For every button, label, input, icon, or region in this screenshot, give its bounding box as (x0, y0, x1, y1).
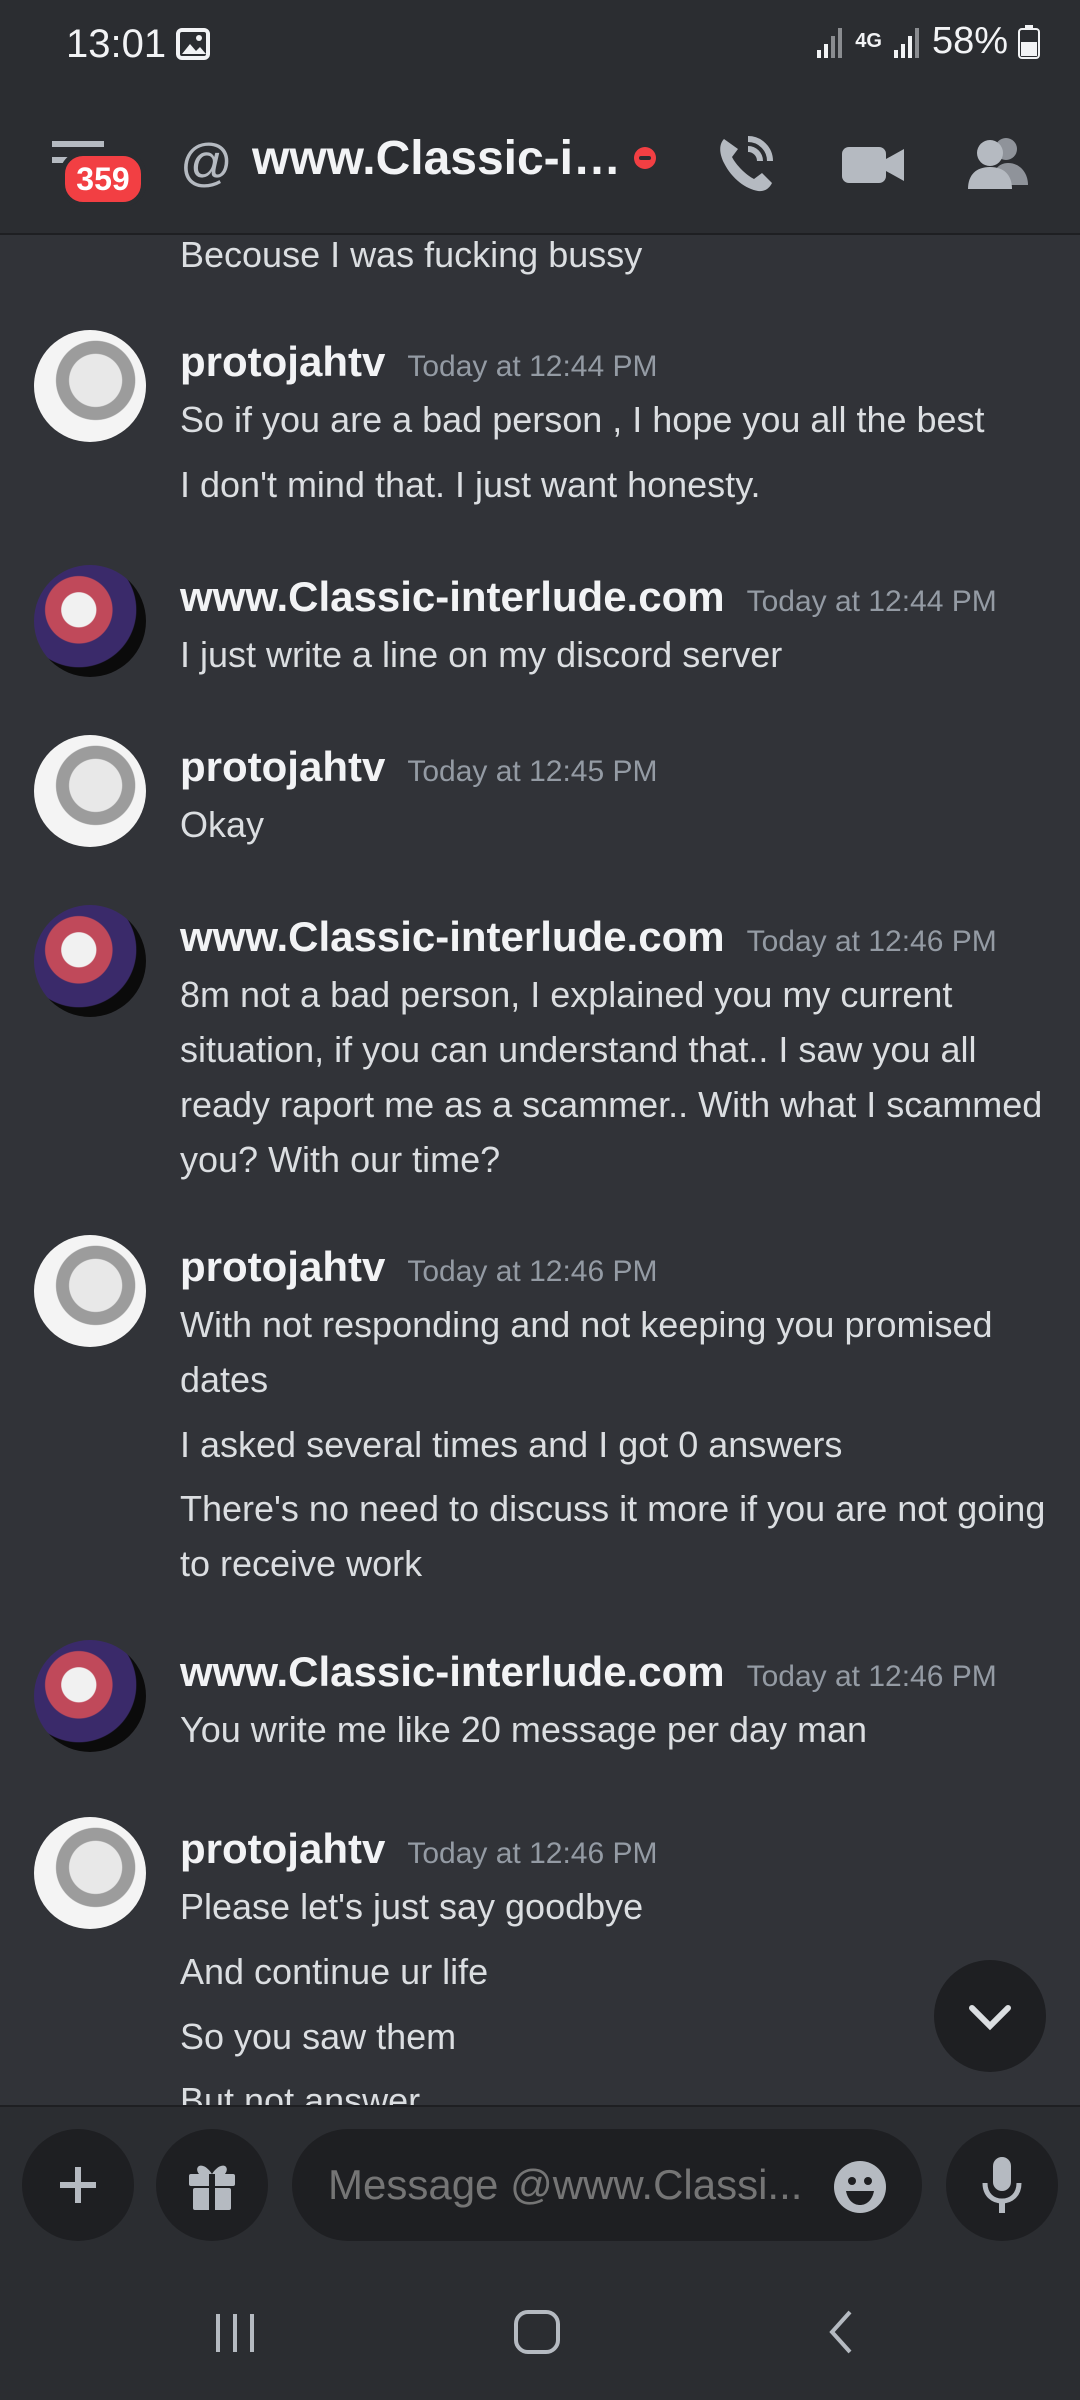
author-name[interactable]: protojahtv (180, 338, 385, 385)
emoji-icon[interactable] (832, 2159, 888, 2215)
message-text: I just write a line on my discord server (180, 634, 783, 675)
message-author[interactable]: www.Classic-interlude.com Today at 12:46 … (180, 913, 997, 961)
author-name[interactable]: protojahtv (180, 1825, 385, 1872)
chat-header: 359 @ www.Classic-int... (0, 95, 1080, 235)
gallery-icon (176, 28, 210, 60)
recents-icon[interactable] (200, 2300, 270, 2365)
author-name[interactable]: www.Classic-interlude.com (180, 913, 725, 960)
message-author[interactable]: www.Classic-interlude.com Today at 12:46 … (180, 1648, 997, 1696)
battery-percent: 58% (931, 20, 1008, 62)
add-attachment-button[interactable] (22, 2129, 134, 2241)
message-timestamp: Today at 12:45 PM (407, 755, 658, 788)
avatar[interactable] (34, 1640, 146, 1752)
message-timestamp: Today at 12:44 PM (746, 585, 997, 618)
message-input[interactable] (292, 2129, 922, 2241)
battery-icon (1018, 24, 1040, 59)
message-list[interactable]: Becouse I was fucking bussy protojahtv To… (0, 235, 1080, 2105)
gift-icon (189, 2165, 235, 2210)
avatar[interactable] (34, 1817, 146, 1929)
network-label: 4G (855, 30, 882, 52)
dnd-status-icon (634, 147, 656, 169)
avatar[interactable] (34, 330, 146, 442)
home-icon[interactable] (502, 2300, 572, 2365)
microphone-icon (982, 2157, 1022, 2213)
dm-title[interactable]: www.Classic-int... (252, 131, 632, 186)
author-name[interactable]: www.Classic-interlude.com (180, 1648, 725, 1695)
at-icon: @ (180, 134, 233, 192)
message-composer (0, 2105, 1080, 2267)
chevron-down-icon (969, 2005, 1011, 2031)
message-timestamp: Today at 12:46 PM (746, 1660, 997, 1693)
message-text: But not answer (180, 2080, 421, 2105)
message-text: You write me like 20 message per day man (180, 1709, 868, 1750)
message-text: With not responding and not keeping you … (180, 1304, 993, 1400)
author-name[interactable]: protojahtv (180, 1243, 385, 1290)
gift-button[interactable] (156, 2129, 268, 2241)
message-author[interactable]: protojahtv Today at 12:46 PM (180, 1825, 657, 1873)
jump-to-present-button[interactable] (934, 1960, 1046, 2072)
message-author[interactable]: www.Classic-interlude.com Today at 12:44 … (180, 573, 997, 621)
plus-icon (60, 2167, 96, 2203)
message-timestamp: Today at 12:46 PM (407, 1255, 658, 1288)
message-timestamp: Today at 12:46 PM (407, 1837, 658, 1870)
unread-badge[interactable]: 359 (60, 151, 146, 207)
avatar[interactable] (34, 1235, 146, 1347)
avatar[interactable] (34, 735, 146, 847)
status-bar: 13:01 4G 58% (0, 0, 1080, 95)
system-navigation-bar (0, 2265, 1080, 2400)
members-icon[interactable] (962, 129, 1032, 199)
message-timestamp: Today at 12:46 PM (746, 925, 997, 958)
message-text: Okay (180, 804, 265, 845)
status-time: 13:01 (66, 22, 167, 66)
message-timestamp: Today at 12:44 PM (407, 350, 658, 383)
message-author[interactable]: protojahtv Today at 12:46 PM (180, 1243, 657, 1291)
message-text: So you saw them (180, 2016, 457, 2057)
message-text: I don't mind that. I just want honesty. (180, 464, 761, 505)
message-text: 8m not a bad person, I explained you my … (180, 974, 1043, 1180)
message-text: There's no need to discuss it more if yo… (180, 1488, 1046, 1584)
voice-message-button[interactable] (946, 2129, 1058, 2241)
signal-icon (817, 27, 843, 58)
message-text: And continue ur life (180, 1951, 489, 1992)
message-text: So if you are a bad person , I hope you … (180, 399, 985, 440)
message-author[interactable]: protojahtv Today at 12:45 PM (180, 743, 657, 791)
message-text: I asked several times and I got 0 answer… (180, 1424, 843, 1465)
signal-icon (893, 27, 919, 58)
message-text: Please let's just say goodbye (180, 1886, 644, 1927)
message-author[interactable]: protojahtv Today at 12:44 PM (180, 338, 657, 386)
avatar[interactable] (34, 905, 146, 1017)
author-name[interactable]: www.Classic-interlude.com (180, 573, 725, 620)
video-camera-icon[interactable] (838, 129, 908, 199)
back-icon[interactable] (808, 2300, 878, 2365)
author-name[interactable]: protojahtv (180, 743, 385, 790)
message-text: Becouse I was fucking bussy (180, 235, 643, 275)
phone-call-icon[interactable] (710, 129, 780, 199)
avatar[interactable] (34, 565, 146, 677)
